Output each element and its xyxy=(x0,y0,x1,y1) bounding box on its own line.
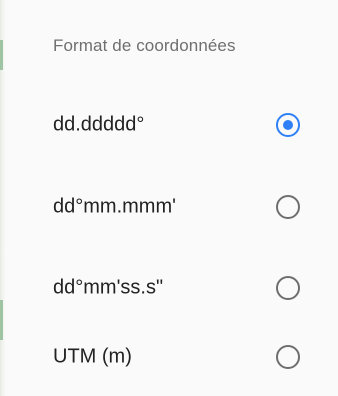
option-label: dd.ddddd° xyxy=(53,113,145,136)
option-label: dd°mm'ss.s" xyxy=(53,276,164,299)
option-label: dd°mm.mmm' xyxy=(53,195,176,218)
option-dd-mm-ss-s[interactable]: dd°mm'ss.s" xyxy=(6,259,338,317)
option-label: UTM (m) xyxy=(53,345,132,368)
option-dd-ddddd[interactable]: dd.ddddd° xyxy=(6,96,338,154)
option-utm[interactable]: UTM (m) xyxy=(6,328,338,386)
radio-button[interactable] xyxy=(276,195,300,219)
radio-dot xyxy=(283,120,293,130)
dialog-title: Format de coordonnées xyxy=(53,36,236,55)
map-edge-mark xyxy=(0,40,3,70)
coordinate-format-dialog: Format de coordonnées dd.ddddd° dd°mm.mm… xyxy=(6,0,338,396)
option-dd-mm-mmm[interactable]: dd°mm.mmm' xyxy=(6,178,338,236)
radio-button-checked[interactable] xyxy=(276,113,300,137)
map-edge-mark xyxy=(0,300,3,340)
radio-button[interactable] xyxy=(276,345,300,369)
radio-button[interactable] xyxy=(276,276,300,300)
